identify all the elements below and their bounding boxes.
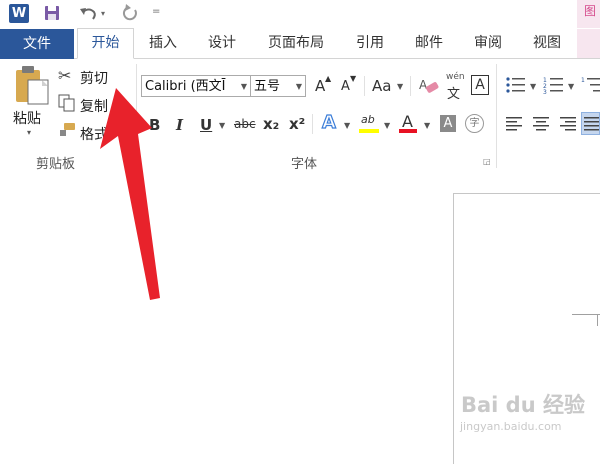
font-group-label: 字体 bbox=[291, 157, 318, 172]
superscript-button[interactable]: x² bbox=[289, 115, 305, 133]
font-size-value: 五号 bbox=[254, 79, 281, 94]
chevron-down-icon[interactable]: ▼ bbox=[384, 121, 390, 130]
margin-marker bbox=[572, 314, 600, 315]
align-right-icon[interactable] bbox=[558, 116, 576, 131]
grow-caret-icon: ▲ bbox=[325, 74, 332, 83]
italic-button[interactable]: I bbox=[176, 116, 183, 134]
grow-font-icon[interactable]: A bbox=[315, 77, 325, 95]
undo-icon[interactable] bbox=[78, 4, 98, 22]
chevron-down-icon[interactable]: ▼ bbox=[568, 82, 574, 91]
margin-marker bbox=[597, 314, 598, 326]
watermark-url: jingyan.baidu.com bbox=[460, 420, 562, 433]
paste-dropdown-icon[interactable]: ▾ bbox=[27, 128, 31, 137]
underline-button[interactable]: U bbox=[200, 116, 212, 134]
font-size-combo[interactable]: 五号 ▼ bbox=[250, 75, 306, 97]
justify-button[interactable] bbox=[581, 112, 600, 135]
contextual-tab-label: 图 bbox=[584, 4, 597, 18]
svg-text:3: 3 bbox=[543, 89, 547, 94]
dialog-launcher-icon[interactable]: ◲ bbox=[483, 157, 491, 166]
chevron-down-icon[interactable]: ▼ bbox=[344, 121, 350, 130]
undo-dropdown-icon[interactable]: ▾ bbox=[101, 9, 105, 18]
tab-insert[interactable]: 插入 bbox=[137, 29, 189, 58]
align-center-icon[interactable] bbox=[532, 116, 550, 131]
tab-page-layout[interactable]: 页面布局 bbox=[255, 29, 337, 58]
svg-text:1: 1 bbox=[581, 77, 585, 84]
justify-icon bbox=[584, 117, 599, 131]
svg-text:A: A bbox=[419, 78, 428, 92]
subscript-button[interactable]: x₂ bbox=[263, 115, 279, 133]
align-left-icon[interactable] bbox=[506, 116, 524, 131]
paste-icon[interactable] bbox=[14, 66, 50, 106]
shrink-caret-icon: ▼ bbox=[350, 74, 357, 83]
numbering-icon[interactable]: 1 2 3 bbox=[543, 76, 565, 94]
format-painter-icon[interactable] bbox=[58, 122, 76, 138]
chevron-down-icon[interactable]: ▼ bbox=[219, 121, 225, 130]
multilevel-list-icon[interactable]: 1 bbox=[581, 76, 600, 94]
font-name-value: Calibri (西文Ī bbox=[145, 79, 226, 94]
highlight-icon[interactable]: ab bbox=[361, 113, 375, 126]
clear-formatting-icon[interactable]: A bbox=[418, 76, 440, 96]
change-case-icon[interactable]: Aa bbox=[372, 77, 391, 95]
tab-review[interactable]: 审阅 bbox=[462, 29, 514, 58]
font-name-combo[interactable]: Calibri (西文Ī ▼ bbox=[141, 75, 251, 97]
phonetic-guide-icon[interactable]: 文 bbox=[447, 83, 460, 102]
format-painter-button[interactable]: 格式 bbox=[80, 124, 108, 144]
chevron-down-icon[interactable]: ▼ bbox=[530, 82, 536, 91]
watermark-brand: Bai du 经验 bbox=[461, 393, 585, 417]
toolbar-divider bbox=[364, 76, 365, 96]
chevron-down-icon[interactable]: ▼ bbox=[296, 76, 302, 98]
group-divider bbox=[136, 64, 137, 168]
cut-icon[interactable]: ✂ bbox=[58, 66, 71, 85]
strikethrough-button[interactable]: abc bbox=[234, 117, 256, 131]
word-logo-icon: W bbox=[9, 4, 29, 23]
chevron-down-icon[interactable]: ▼ bbox=[241, 76, 247, 98]
copy-button[interactable]: 复制 bbox=[80, 96, 108, 116]
text-effects-icon[interactable]: A bbox=[321, 111, 336, 133]
chevron-down-icon[interactable]: ▼ bbox=[424, 121, 430, 130]
tab-mailings[interactable]: 邮件 bbox=[403, 29, 455, 58]
customize-qat-icon[interactable]: = bbox=[152, 6, 160, 17]
toolbar-divider bbox=[312, 114, 313, 134]
clipboard-group-label: 剪贴板 bbox=[36, 157, 76, 172]
shrink-font-icon[interactable]: A bbox=[341, 79, 350, 94]
font-color-bar bbox=[399, 129, 417, 133]
bold-button[interactable]: B bbox=[149, 116, 160, 134]
save-icon[interactable] bbox=[44, 5, 60, 21]
phonetic-guide-top[interactable]: wén bbox=[446, 72, 465, 82]
enclose-characters-icon[interactable]: 字 bbox=[465, 114, 484, 133]
group-divider bbox=[496, 64, 497, 168]
tab-file[interactable]: 文件 bbox=[0, 29, 74, 59]
contextual-tab[interactable] bbox=[577, 29, 600, 58]
redo-icon[interactable] bbox=[120, 4, 140, 22]
tab-references[interactable]: 引用 bbox=[344, 29, 396, 58]
highlight-color-bar bbox=[359, 129, 379, 133]
tab-home[interactable]: 开始 bbox=[77, 28, 134, 59]
character-shading-icon[interactable]: A bbox=[440, 115, 456, 132]
bullets-icon[interactable] bbox=[505, 76, 527, 94]
tab-design[interactable]: 设计 bbox=[196, 29, 248, 58]
character-border-icon[interactable]: A bbox=[471, 75, 489, 95]
chevron-down-icon[interactable]: ▼ bbox=[397, 82, 403, 91]
toolbar-divider bbox=[410, 76, 411, 96]
paste-label[interactable]: 粘贴 bbox=[13, 108, 41, 128]
cut-button[interactable]: 剪切 bbox=[80, 68, 108, 88]
copy-icon[interactable] bbox=[58, 94, 76, 112]
tab-view[interactable]: 视图 bbox=[521, 29, 573, 58]
